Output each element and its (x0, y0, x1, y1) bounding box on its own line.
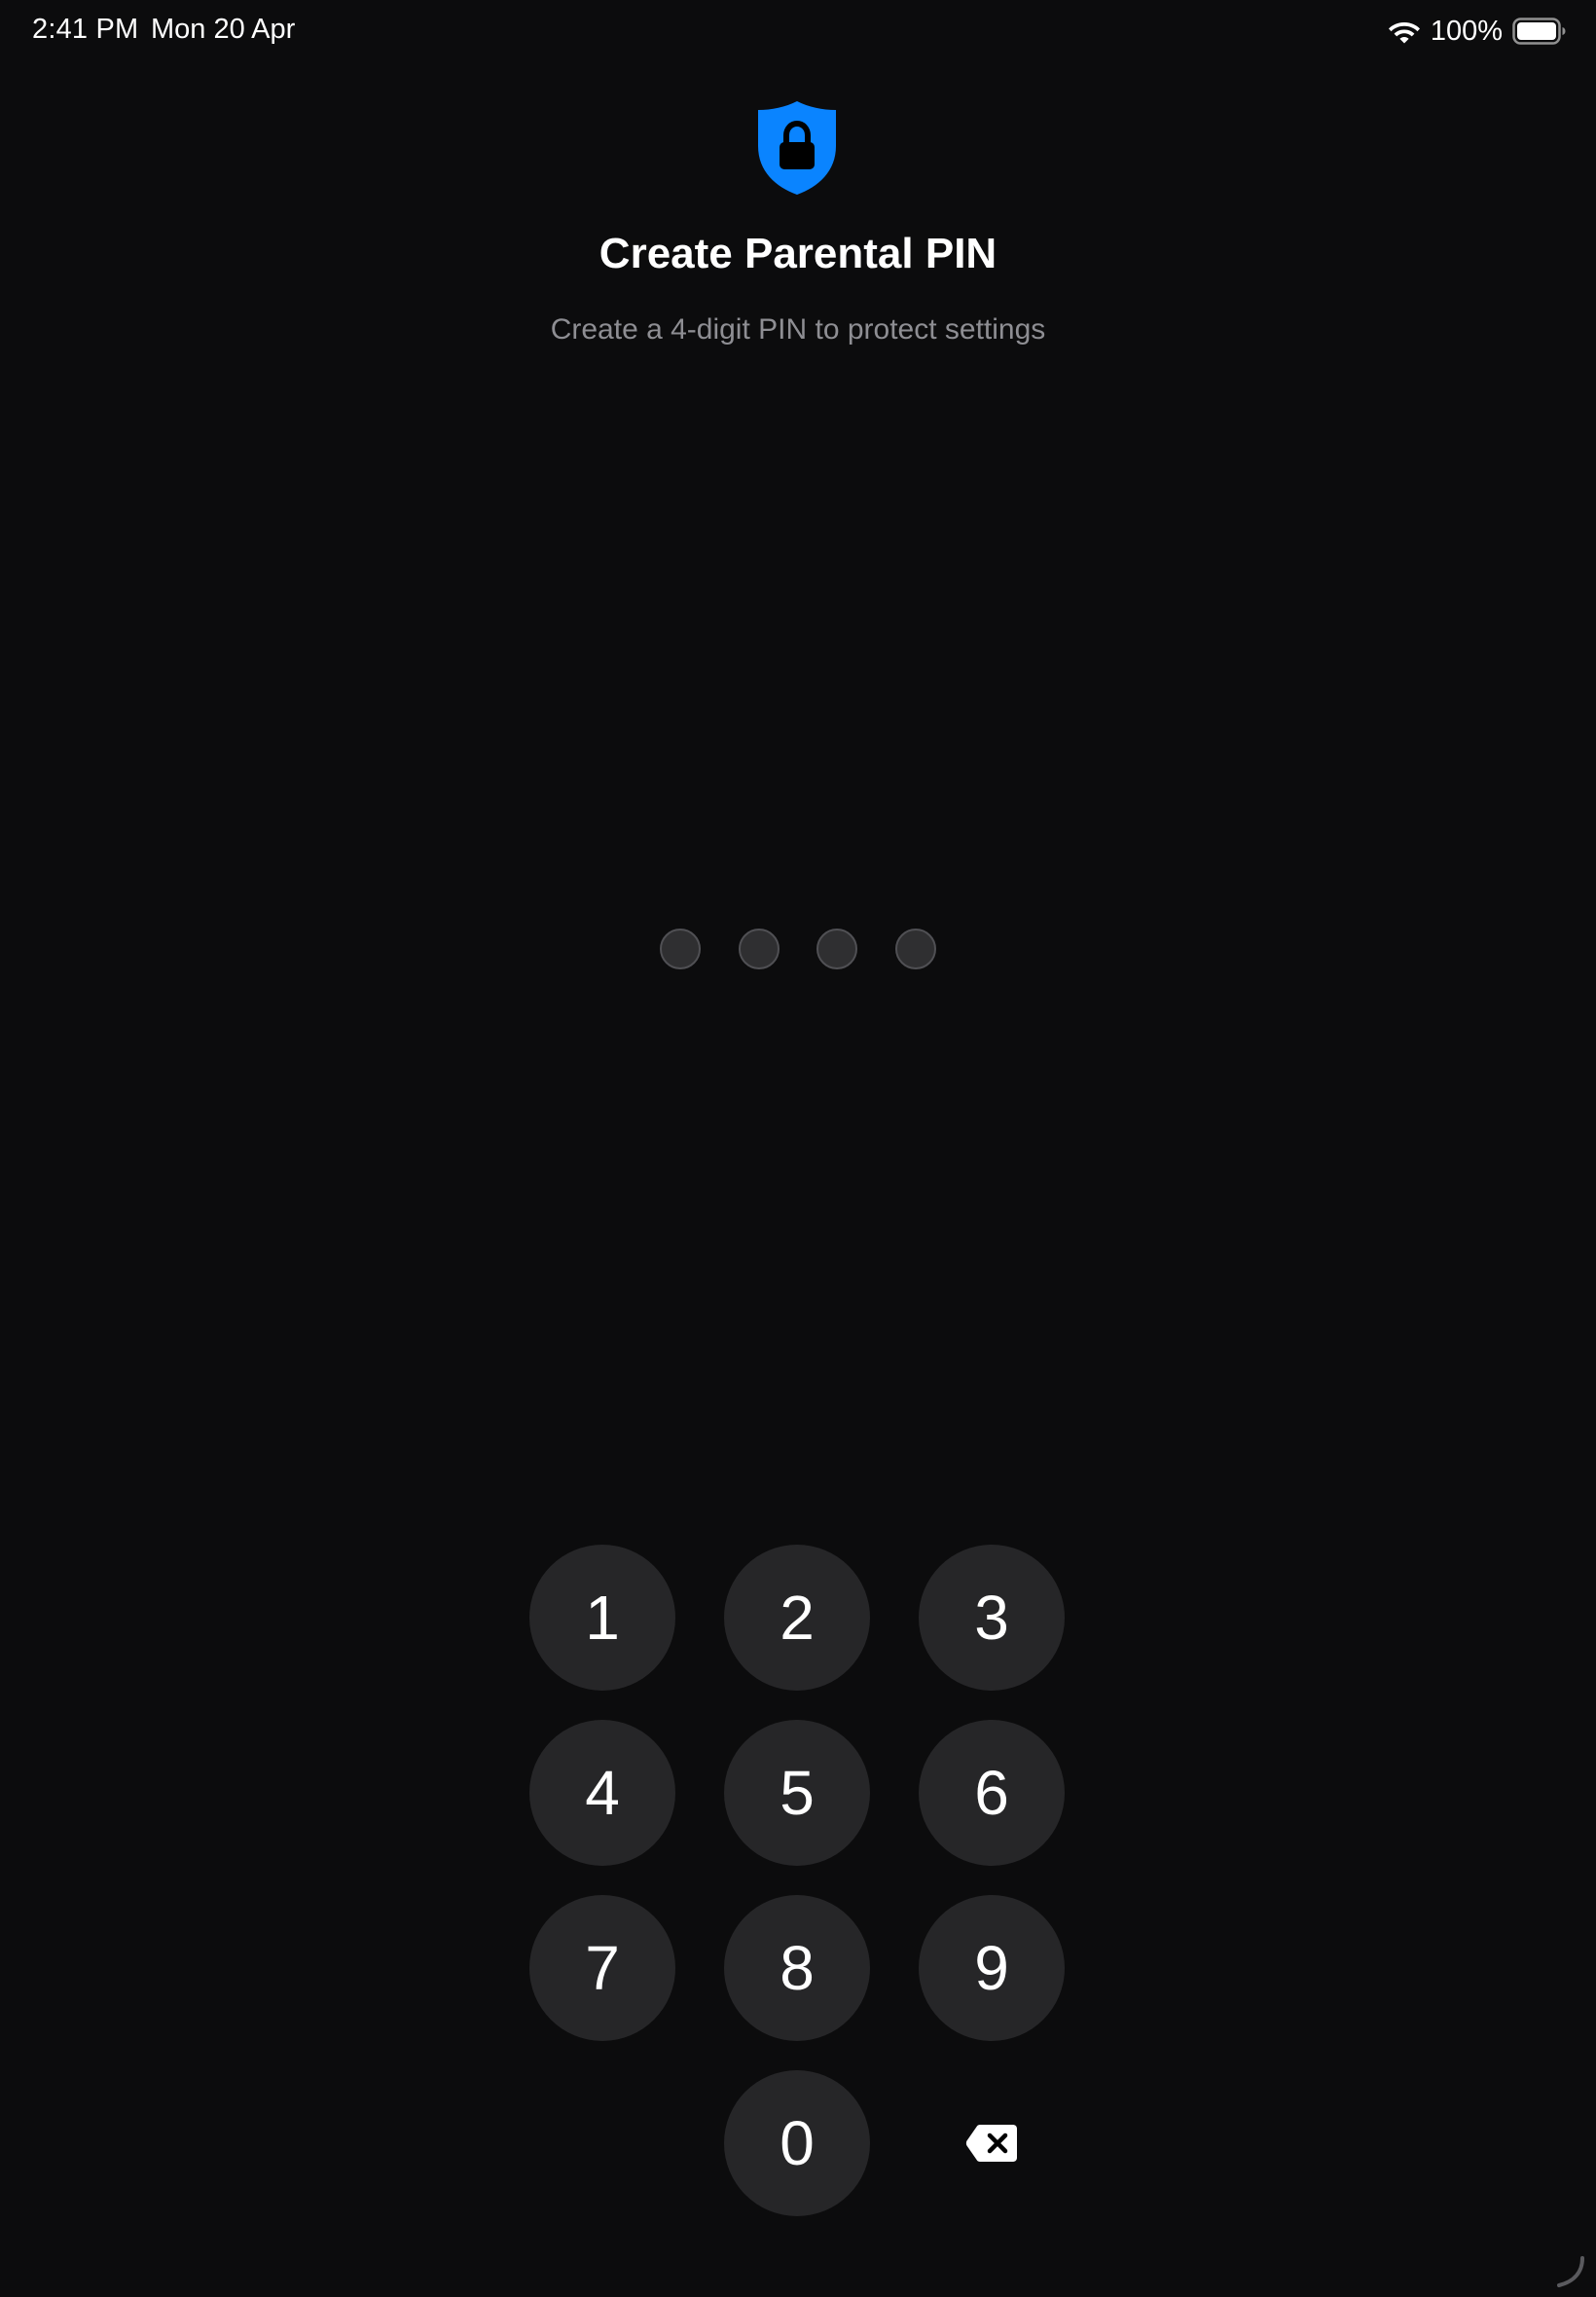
numeric-keypad: 1 2 3 4 5 6 7 8 9 0 (529, 1545, 1067, 2216)
status-time: 2:41 PM (32, 14, 139, 45)
key-7[interactable]: 7 (529, 1895, 675, 2041)
status-bar: 2:41 PM Mon 20 Apr 100% (0, 0, 1596, 62)
key-8[interactable]: 8 (724, 1895, 870, 2041)
key-5[interactable]: 5 (724, 1720, 870, 1866)
status-indicators: 100% (1388, 12, 1567, 51)
pin-dot (738, 929, 780, 969)
pin-setup-screen: 2:41 PM Mon 20 Apr 100% Create Parental … (0, 0, 1596, 2297)
key-9[interactable]: 9 (919, 1895, 1065, 2041)
key-2[interactable]: 2 (724, 1545, 870, 1691)
delete-button[interactable] (919, 2070, 1065, 2216)
key-4[interactable]: 4 (529, 1720, 675, 1866)
pin-dot (660, 929, 701, 969)
shield-lock-icon (758, 101, 836, 195)
key-3[interactable]: 3 (919, 1545, 1065, 1691)
battery-icon (1512, 18, 1566, 45)
key-0[interactable]: 0 (724, 2070, 870, 2216)
backspace-icon (965, 2125, 1017, 2162)
pin-dot (894, 929, 936, 969)
page-subtitle: Create a 4-digit PIN to protect settings (550, 313, 1046, 346)
resize-corner-indicator (1557, 2256, 1584, 2287)
pin-dot (816, 929, 858, 969)
wifi-icon (1388, 22, 1420, 44)
key-1[interactable]: 1 (529, 1545, 675, 1691)
status-date: Mon 20 Apr (151, 14, 296, 45)
pin-indicator (660, 929, 936, 971)
key-6[interactable]: 6 (919, 1720, 1065, 1866)
battery-percent: 100% (1430, 15, 1503, 47)
page-title: Create Parental PIN (598, 230, 998, 277)
